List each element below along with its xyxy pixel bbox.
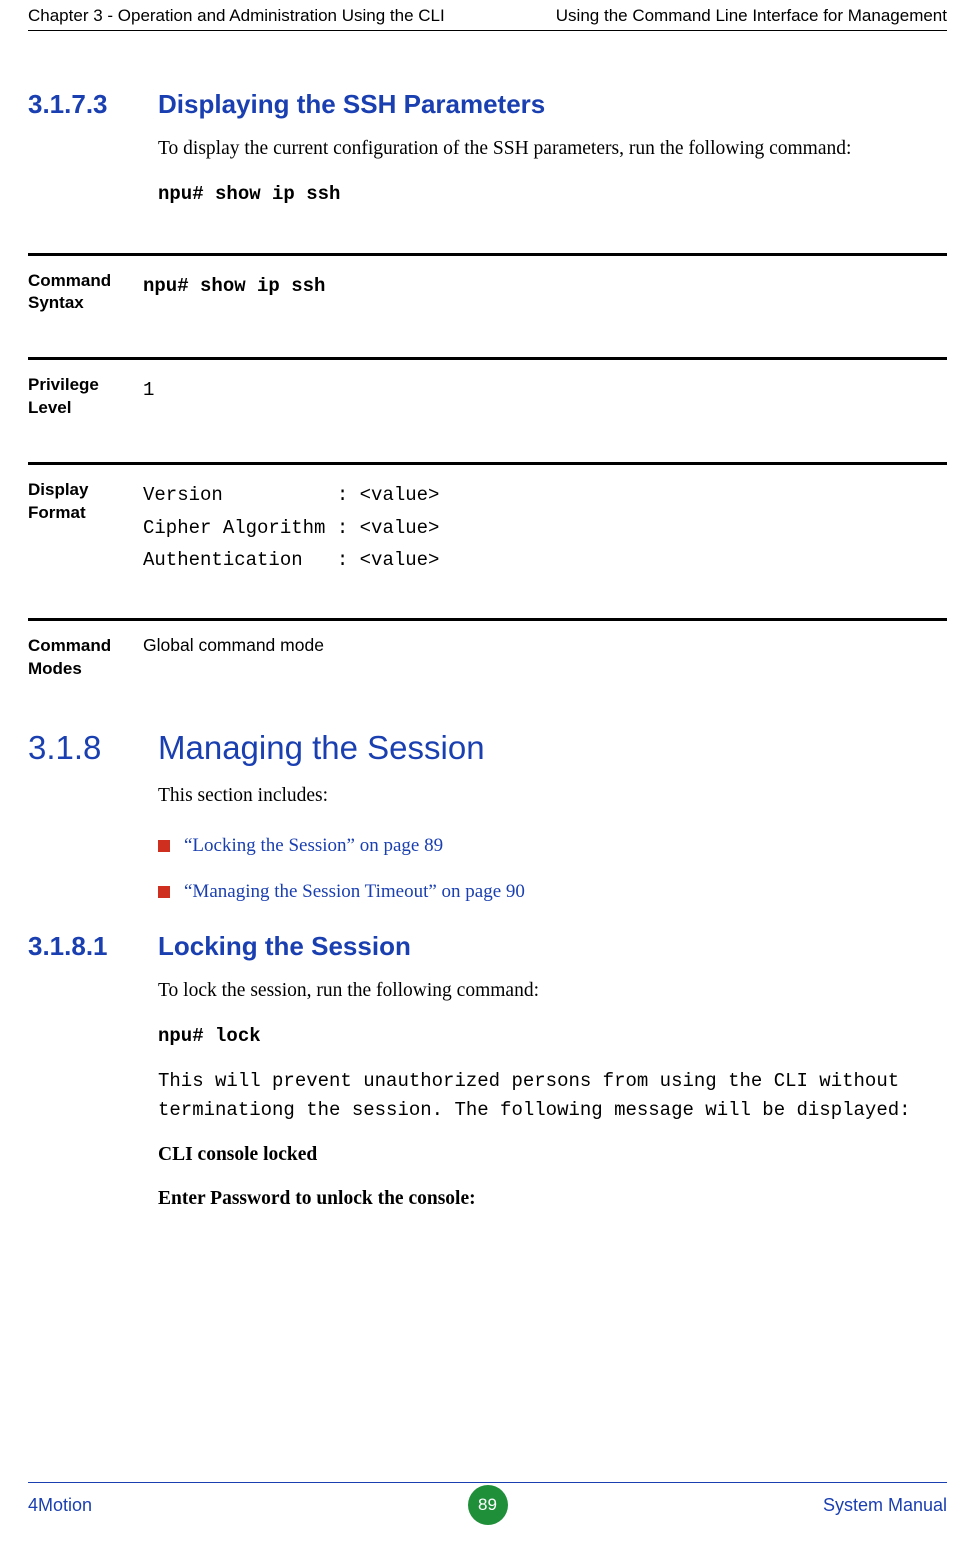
paragraph: This section includes: — [158, 781, 947, 811]
square-bullet-icon — [158, 886, 170, 898]
command-syntax-block: Command Syntax npu# show ip ssh — [28, 253, 947, 316]
page-number-badge: 89 — [468, 1485, 508, 1525]
paragraph: To display the current configuration of … — [158, 134, 947, 164]
command-modes-block: Command Modes Global command mode — [28, 618, 947, 681]
output-message: CLI console locked — [158, 1144, 947, 1166]
page-footer: 4Motion 89 System Manual — [0, 1482, 975, 1527]
block-value: Global command mode — [143, 635, 947, 656]
running-header: Chapter 3 - Operation and Administration… — [28, 0, 947, 31]
header-left: Chapter 3 - Operation and Administration… — [28, 6, 445, 26]
block-value: 1 — [143, 374, 947, 406]
cross-reference-link[interactable]: “Managing the Session Timeout” on page 9… — [184, 881, 525, 903]
block-label: Privilege Level — [28, 374, 143, 420]
heading-number: 3.1.8 — [28, 729, 158, 767]
heading-title: Displaying the SSH Parameters — [158, 89, 947, 120]
heading-title: Managing the Session — [158, 729, 947, 767]
list-item: “Locking the Session” on page 89 — [158, 835, 947, 857]
footer-right: System Manual — [823, 1495, 947, 1516]
output-message: Enter Password to unlock the console: — [158, 1188, 947, 1210]
heading-number: 3.1.8.1 — [28, 931, 158, 962]
block-value: npu# show ip ssh — [143, 270, 947, 302]
heading-3-1-7-3: 3.1.7.3 Displaying the SSH Parameters — [28, 89, 947, 120]
paragraph: This will prevent unauthorized persons f… — [158, 1067, 947, 1126]
block-label: Command Modes — [28, 635, 143, 681]
paragraph: To lock the session, run the following c… — [158, 976, 947, 1006]
command-text: npu# lock — [158, 1020, 947, 1052]
list-item: “Managing the Session Timeout” on page 9… — [158, 881, 947, 903]
display-format-block: Display Format Version : <value> Cipher … — [28, 462, 947, 576]
heading-number: 3.1.7.3 — [28, 89, 158, 120]
page-number: 89 — [478, 1495, 497, 1515]
cross-reference-link[interactable]: “Locking the Session” on page 89 — [184, 835, 443, 857]
command-text: npu# show ip ssh — [158, 178, 947, 210]
heading-3-1-8-1: 3.1.8.1 Locking the Session — [28, 931, 947, 962]
square-bullet-icon — [158, 840, 170, 852]
block-value: Version : <value> Cipher Algorithm : <va… — [143, 479, 947, 576]
heading-title: Locking the Session — [158, 931, 947, 962]
header-right: Using the Command Line Interface for Man… — [556, 6, 947, 26]
footer-left: 4Motion — [28, 1495, 92, 1516]
privilege-level-block: Privilege Level 1 — [28, 357, 947, 420]
block-label: Command Syntax — [28, 270, 143, 316]
heading-3-1-8: 3.1.8 Managing the Session — [28, 729, 947, 767]
block-label: Display Format — [28, 479, 143, 525]
